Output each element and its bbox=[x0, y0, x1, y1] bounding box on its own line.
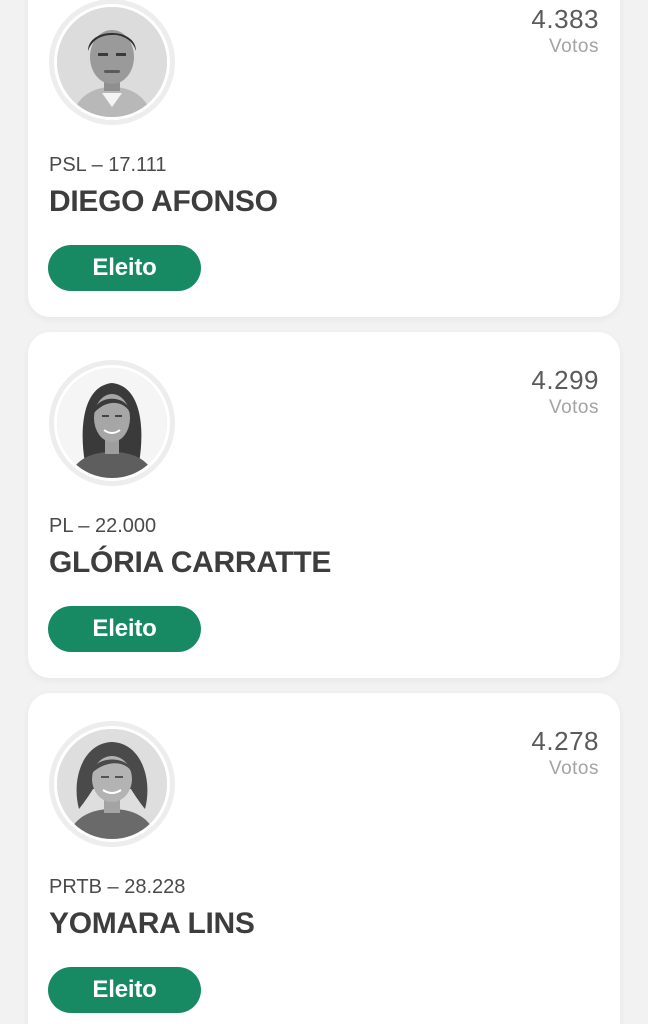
votes-count: 4.383 bbox=[531, 4, 599, 34]
status-badge: Eleito bbox=[48, 245, 201, 291]
votes-count: 4.278 bbox=[531, 726, 599, 756]
status-badge: Eleito bbox=[48, 606, 201, 652]
votes-block: 4.299 Votos bbox=[531, 365, 599, 421]
candidate-name: GLÓRIA CARRATTE bbox=[49, 546, 332, 579]
votes-label: Votos bbox=[548, 397, 599, 418]
candidate-card[interactable]: 4.299 Votos PL – 22.000 GLÓRIA CARRATTE … bbox=[28, 332, 620, 678]
status-badge: Eleito bbox=[48, 967, 201, 1013]
votes-count: 4.299 bbox=[531, 365, 599, 395]
candidate-avatar bbox=[57, 368, 167, 478]
candidate-list: 4.383 Votos PSL – 17.111 DIEGO AFONSO El… bbox=[0, 0, 648, 1024]
votes-label: Votos bbox=[548, 758, 599, 779]
candidate-photo-avatar bbox=[57, 368, 167, 478]
candidate-name: DIEGO AFONSO bbox=[49, 185, 278, 218]
votes-block: 4.278 Votos bbox=[531, 726, 599, 782]
party-number: PSL – 17.111 bbox=[49, 154, 167, 176]
party-number: PRTB – 28.228 bbox=[49, 876, 186, 898]
votes-block: 4.383 Votos bbox=[531, 4, 599, 60]
votes-label: Votos bbox=[548, 36, 599, 57]
candidate-name: YOMARA LINS bbox=[49, 907, 255, 940]
candidate-photo-avatar bbox=[57, 729, 167, 839]
candidate-avatar-frame bbox=[49, 0, 175, 125]
candidate-avatar-frame bbox=[49, 721, 175, 847]
candidate-photo-avatar bbox=[57, 7, 167, 117]
party-number: PL – 22.000 bbox=[49, 515, 157, 537]
candidate-avatar-frame bbox=[49, 360, 175, 486]
candidate-card[interactable]: 4.383 Votos PSL – 17.111 DIEGO AFONSO El… bbox=[28, 0, 620, 317]
candidate-avatar bbox=[57, 729, 167, 839]
candidate-card[interactable]: 4.278 Votos PRTB – 28.228 YOMARA LINS El… bbox=[28, 693, 620, 1024]
candidate-avatar bbox=[57, 7, 167, 117]
